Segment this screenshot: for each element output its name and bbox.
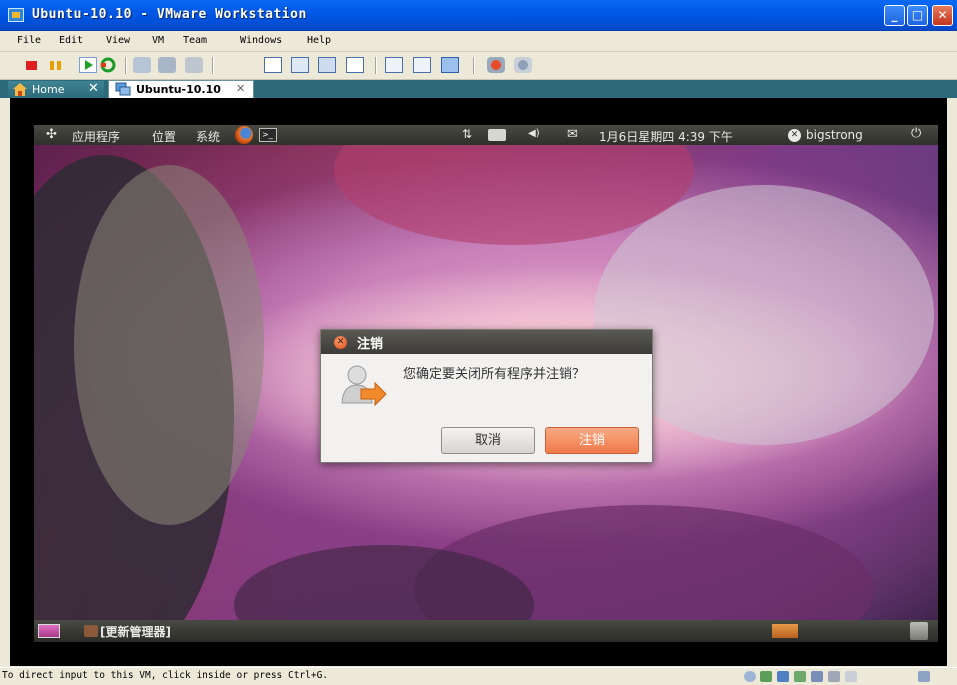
tab-close-icon[interactable]: ✕ xyxy=(236,82,245,95)
summary-view-icon[interactable] xyxy=(385,57,403,73)
toolbar-separator xyxy=(473,57,474,74)
tab-ubuntu[interactable]: Ubuntu-10.10 ✕ xyxy=(108,80,254,98)
power-off-icon[interactable] xyxy=(26,61,37,70)
menu-team[interactable]: Team xyxy=(183,35,207,46)
quick-switch-icon[interactable] xyxy=(318,57,336,73)
menu-vm[interactable]: VM xyxy=(152,35,164,46)
terminal-icon[interactable]: >_ xyxy=(259,128,277,142)
close-icon: ✕ xyxy=(937,8,948,22)
toolbar-separator xyxy=(212,57,213,74)
usb-icon[interactable] xyxy=(794,671,806,682)
unity-icon[interactable] xyxy=(291,57,309,73)
suspend-icon[interactable] xyxy=(50,61,62,70)
menu-places[interactable]: 位置 xyxy=(152,128,176,145)
snapshot-manager-icon[interactable] xyxy=(185,57,203,73)
maximize-button[interactable]: □ xyxy=(907,5,928,26)
menu-view[interactable]: View xyxy=(106,35,130,46)
menu-windows[interactable]: Windows xyxy=(240,35,282,46)
title-bar: Ubuntu-10.10 - VMware Workstation _ □ ✕ xyxy=(0,0,957,31)
dialog-message: 您确定要关闭所有程序并注销？ xyxy=(403,367,586,382)
shutdown-icon[interactable]: ⏻ xyxy=(911,126,921,141)
revert-snapshot-icon[interactable] xyxy=(158,57,176,73)
window-title: Ubuntu-10.10 - VMware Workstation xyxy=(32,7,307,22)
gnome-top-panel: ✣ 应用程序 位置 系统 >_ ⇅ ◀) ✉ 1月6日星期四 4:39 下午 ✕… xyxy=(34,125,938,145)
maximize-icon: □ xyxy=(911,8,924,22)
toolbar xyxy=(0,52,957,80)
network-adapter-icon[interactable] xyxy=(777,671,789,682)
tab-home-label: Home xyxy=(32,83,65,96)
status-text: To direct input to this VM, click inside… xyxy=(2,670,329,681)
dialog-title: 注销 xyxy=(357,337,384,352)
wallpaper-grey-band xyxy=(74,165,264,525)
logout-dialog: ✕ 注销 您确定要关闭所有程序并注销？ 取消 注销 xyxy=(320,329,653,463)
message-log-icon[interactable] xyxy=(918,671,930,682)
sound-icon[interactable] xyxy=(828,671,840,682)
tab-bar: Home ✕ Ubuntu-10.10 ✕ xyxy=(0,80,957,98)
floppy-icon[interactable] xyxy=(845,671,857,682)
record-icon[interactable] xyxy=(487,57,505,73)
minimize-button[interactable]: _ xyxy=(884,5,905,26)
reset-icon[interactable] xyxy=(99,57,117,73)
menu-applications[interactable]: 应用程序 xyxy=(72,128,120,145)
user-name[interactable]: bigstrong xyxy=(806,128,863,142)
network-icon[interactable]: ⇅ xyxy=(462,127,472,141)
menu-edit[interactable]: Edit xyxy=(59,35,83,46)
console-tab-icon[interactable] xyxy=(441,57,459,73)
user-icon[interactable]: ✕ xyxy=(788,129,801,142)
clock[interactable]: 1月6日星期四 4:39 下午 xyxy=(599,128,733,145)
minimize-icon: _ xyxy=(891,8,898,22)
firefox-icon[interactable] xyxy=(235,126,253,144)
tab-close-icon[interactable]: ✕ xyxy=(88,81,99,96)
cancel-button[interactable]: 取消 xyxy=(441,427,535,454)
vm-icon xyxy=(115,82,131,96)
trash-icon[interactable] xyxy=(910,622,928,640)
toolbar-separator xyxy=(125,57,126,74)
appliance-view-icon[interactable] xyxy=(413,57,431,73)
volume-icon[interactable]: ◀) xyxy=(528,128,540,139)
cd-drive-icon[interactable] xyxy=(744,671,756,682)
keyboard-icon[interactable] xyxy=(488,129,506,141)
console-view-icon[interactable] xyxy=(346,57,364,73)
menu-bar: File Edit View VM Team Windows Help xyxy=(0,31,957,52)
power-on-icon[interactable] xyxy=(79,57,97,73)
dialog-close-icon[interactable]: ✕ xyxy=(334,336,347,349)
snapshot-icon[interactable] xyxy=(133,57,151,73)
status-bar: To direct input to this VM, click inside… xyxy=(0,667,957,685)
tab-home[interactable]: Home ✕ xyxy=(8,81,104,98)
ubuntu-logo-icon[interactable]: ✣ xyxy=(46,127,57,142)
dialog-title-bar: ✕ 注销 xyxy=(321,330,652,354)
printer-icon[interactable] xyxy=(811,671,823,682)
mail-icon[interactable]: ✉ xyxy=(567,127,578,142)
show-desktop-icon[interactable] xyxy=(38,624,60,638)
logout-user-icon xyxy=(341,365,387,407)
vmware-app-icon[interactable] xyxy=(8,8,24,22)
menu-help[interactable]: Help xyxy=(307,35,331,46)
close-button[interactable]: ✕ xyxy=(932,5,953,26)
taskbar-update-manager[interactable]: [更新管理器] xyxy=(100,623,171,640)
full-screen-icon[interactable] xyxy=(264,57,282,73)
workspace-switcher[interactable] xyxy=(772,624,798,638)
home-icon xyxy=(13,83,27,96)
hard-disk-icon[interactable] xyxy=(760,671,772,682)
menu-system[interactable]: 系统 xyxy=(196,128,220,145)
update-manager-icon xyxy=(84,625,98,637)
logout-button[interactable]: 注销 xyxy=(545,427,639,454)
menu-file[interactable]: File xyxy=(17,35,41,46)
gnome-bottom-panel: [更新管理器] xyxy=(34,620,938,642)
replay-icon[interactable] xyxy=(514,57,532,73)
toolbar-separator xyxy=(375,57,376,74)
tab-ubuntu-label: Ubuntu-10.10 xyxy=(136,83,221,96)
